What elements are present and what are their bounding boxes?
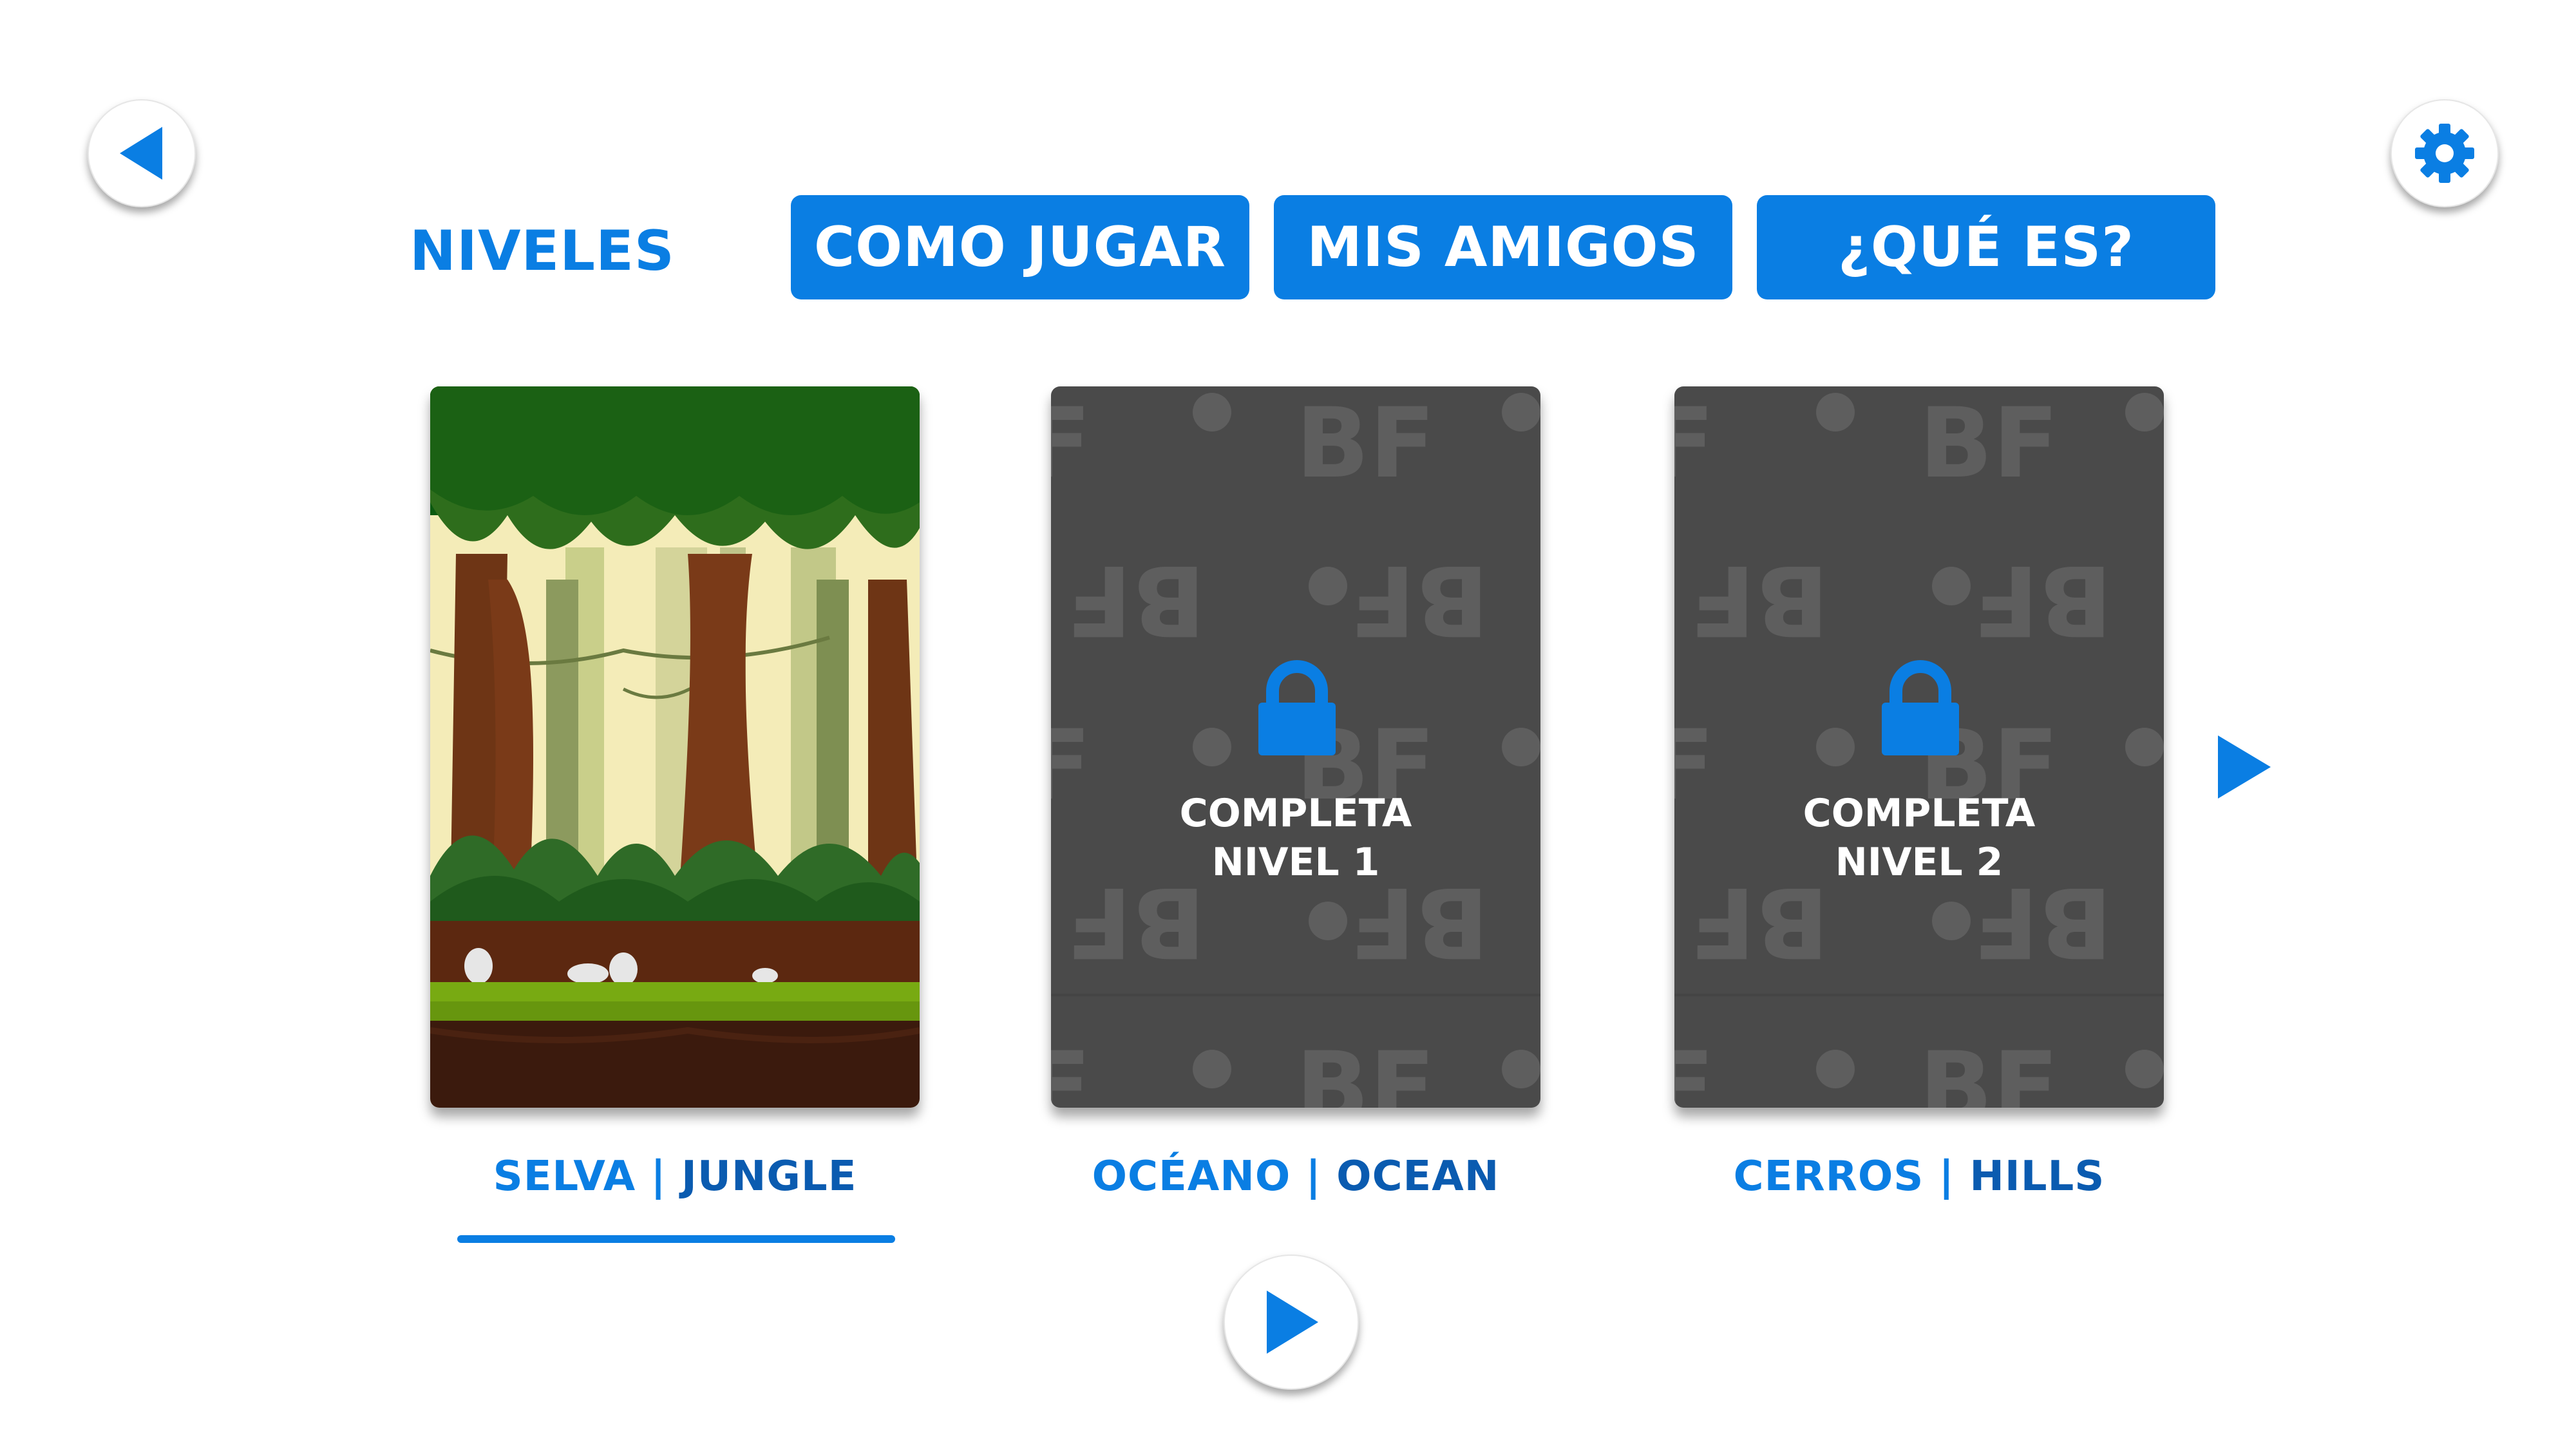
jungle-illustration — [430, 386, 920, 1108]
svg-text:BF: BF — [1066, 544, 1206, 656]
back-arrow-icon — [120, 127, 162, 180]
tab-que-es[interactable]: ¿QUÉ ES? — [1757, 195, 2215, 299]
lock-message-line2: NIVEL 2 — [1835, 840, 2003, 885]
level-card-jungle[interactable] — [430, 386, 920, 1108]
lock-message-line1: COMPLETA — [1803, 791, 2036, 836]
lock-icon — [1882, 660, 1959, 755]
lock-icon — [1258, 660, 1336, 755]
tab-mis-amigos[interactable]: MIS AMIGOS — [1274, 195, 1732, 299]
level-label-separator: | — [650, 1153, 667, 1200]
level-label-es: SELVA — [493, 1153, 636, 1200]
svg-text:BF: BF — [1919, 1032, 2059, 1108]
level-label-es: OCÉANO — [1092, 1153, 1291, 1200]
svg-text:BF: BF — [1973, 544, 2112, 656]
tab-como-jugar[interactable]: COMO JUGAR — [791, 195, 1249, 299]
selected-level-indicator — [457, 1235, 895, 1243]
level-label-en: OCEAN — [1336, 1153, 1500, 1200]
svg-text:BF: BF — [1689, 544, 1829, 656]
svg-text:F: F — [1051, 388, 1091, 500]
svg-text:BF: BF — [1349, 544, 1489, 656]
svg-text:BF: BF — [1296, 388, 1435, 500]
next-arrow-icon[interactable] — [2215, 733, 2273, 801]
svg-text:F: F — [1674, 388, 1714, 500]
play-button[interactable] — [1224, 1255, 1359, 1390]
gear-icon — [2415, 124, 2474, 183]
level-label-hills[interactable]: CERROS | HILLS — [1674, 1153, 2164, 1200]
level-label-ocean[interactable]: OCÉANO | OCEAN — [1051, 1153, 1540, 1200]
settings-button[interactable] — [2391, 99, 2499, 207]
level-card-hills[interactable]: F BF BF BF F BF BF BF F BF COMPLETA NIVE… — [1674, 386, 2164, 1108]
lock-message-line2: NIVEL 1 — [1211, 840, 1380, 885]
svg-text:F: F — [1674, 1032, 1714, 1108]
svg-text:BF: BF — [1296, 1032, 1435, 1108]
play-icon — [1267, 1291, 1318, 1354]
level-label-jungle[interactable]: SELVA | JUNGLE — [430, 1153, 920, 1200]
level-label-en: HILLS — [1969, 1153, 2105, 1200]
level-card-ocean[interactable]: F BF BF BF F BF BF BF F BF COMPLETA NIVE… — [1051, 386, 1540, 1108]
page-title: NIVELES — [410, 219, 675, 283]
level-label-separator: | — [1305, 1153, 1321, 1200]
svg-text:BF: BF — [1919, 388, 2059, 500]
lock-message-line1: COMPLETA — [1179, 791, 1412, 836]
level-label-separator: | — [1938, 1153, 1955, 1200]
level-label-es: CERROS — [1733, 1153, 1924, 1200]
back-button[interactable] — [88, 99, 196, 207]
svg-text:F: F — [1051, 1032, 1091, 1108]
level-label-en: JUNGLE — [681, 1153, 857, 1200]
